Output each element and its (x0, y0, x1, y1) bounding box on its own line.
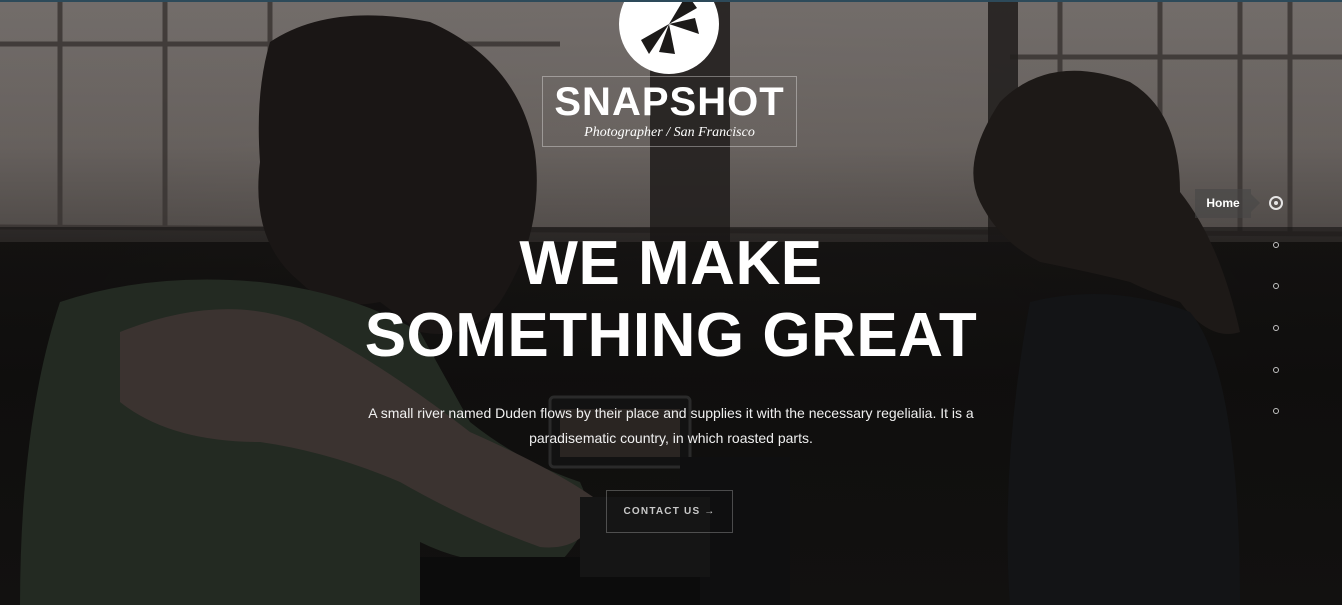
camera-aperture-icon (619, 2, 719, 74)
dot-nav-item-3[interactable] (1273, 283, 1279, 289)
dot-nav-item-2[interactable] (1273, 242, 1279, 248)
dot-nav-item-home[interactable] (1269, 196, 1283, 210)
hero-headline: WE MAKE SOMETHING GREAT (0, 228, 1342, 372)
contact-us-button[interactable]: CONTACT US → (606, 490, 733, 533)
logo-title: SNAPSHOT (554, 80, 785, 124)
logo-subtitle: Photographer / San Francisco (584, 125, 755, 140)
logo[interactable]: SNAPSHOT Photographer / San Francisco (542, 76, 797, 147)
hero-lead-text: A small river named Duden flows by their… (368, 405, 974, 446)
dot-nav-item-6[interactable] (1273, 408, 1279, 414)
dot-nav-item-5[interactable] (1273, 367, 1279, 373)
hero-headline-line1: WE MAKE (519, 229, 823, 298)
dot-nav-tooltip: Home (1195, 189, 1260, 218)
section-dot-nav: Home (1190, 188, 1300, 428)
hero-section: SNAPSHOT Photographer / San Francisco WE… (0, 0, 1342, 605)
hero-headline-line2: SOMETHING GREAT (364, 301, 978, 370)
dot-nav-item-4[interactable] (1273, 325, 1279, 331)
